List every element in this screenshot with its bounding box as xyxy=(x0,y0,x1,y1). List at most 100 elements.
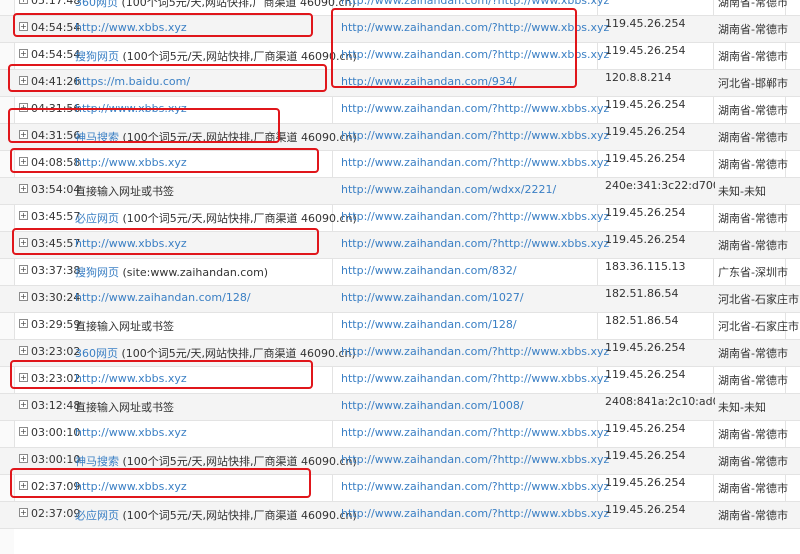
visitor-region: 湖南省-常德市 xyxy=(718,455,788,468)
landing-page-link[interactable]: http://www.zaihandan.com/?http://www.xbb… xyxy=(341,102,609,115)
referrer-link[interactable]: http://www.zaihandan.com/128/ xyxy=(75,291,251,304)
table-row: +04:54:54 搜狗网页 (100个词5元/天,网站快排,厂商渠道 46090… xyxy=(0,43,800,70)
landing-page-link[interactable]: http://www.zaihandan.com/?http://www.xbb… xyxy=(341,480,609,493)
landing-page-link[interactable]: http://www.zaihandan.com/?http://www.xbb… xyxy=(341,0,609,7)
visitor-ip: 119.45.26.254 xyxy=(605,152,686,165)
visitor-region: 湖南省-常德市 xyxy=(718,104,788,117)
referrer-link[interactable]: 必应网页 xyxy=(75,212,119,225)
referrer-link[interactable]: http://www.xbbs.xyz xyxy=(75,21,187,34)
table-row: +04:41:26 https://m.baidu.com/http://www.… xyxy=(0,70,800,97)
landing-page-link[interactable]: http://www.zaihandan.com/1008/ xyxy=(341,399,524,412)
landing-page-link[interactable]: http://www.zaihandan.com/1027/ xyxy=(341,291,524,304)
expand-toggle-icon[interactable]: + xyxy=(19,427,28,436)
expand-toggle-icon[interactable]: + xyxy=(19,130,28,139)
referrer-source: 神马搜索 (100个词5元/天,网站快排,厂商渠道 46090.cn) xyxy=(75,453,357,469)
table-row: +04:54:54 http://www.xbbs.xyz http://www.z… xyxy=(0,16,800,43)
visit-time: 03:23:02 xyxy=(31,372,81,385)
visitor-ip: 119.45.26.254 xyxy=(605,233,686,246)
landing-page-link[interactable]: http://www.zaihandan.com/?http://www.xbb… xyxy=(341,372,609,385)
expand-toggle-icon[interactable]: + xyxy=(19,373,28,382)
expand-toggle-icon[interactable]: + xyxy=(19,319,28,328)
visit-time: 04:54:54 xyxy=(31,21,81,34)
expand-toggle-icon[interactable]: + xyxy=(19,184,28,193)
table-row: +03:30:24 http://www.zaihandan.com/128/ht… xyxy=(0,286,800,313)
expand-toggle-icon[interactable]: + xyxy=(19,211,28,220)
landing-page-link[interactable]: http://www.zaihandan.com/?http://www.xbb… xyxy=(341,21,609,34)
table-row: +03:23:02 360网页 (100个词5元/天,网站快排,厂商渠道 4609… xyxy=(0,340,800,367)
landing-page-link[interactable]: http://www.zaihandan.com/?http://www.xbb… xyxy=(341,453,609,466)
visitor-region: 湖南省-常德市 xyxy=(718,347,788,360)
referrer-note: (100个词5元/天,网站快排,厂商渠道 46090.cn) xyxy=(121,347,356,360)
referrer-note: (100个词5元/天,网站快排,厂商渠道 46090.cn) xyxy=(122,50,357,63)
referrer-source: 360网页 (100个词5元/天,网站快排,厂商渠道 46090.cn) xyxy=(75,345,356,361)
table-row: +04:08:58 http://www.xbbs.xyz http://www.z… xyxy=(0,151,800,178)
expand-toggle-icon[interactable]: + xyxy=(19,49,28,58)
visitor-ip: 119.45.26.254 xyxy=(605,44,686,57)
referrer-source: 必应网页 (100个词5元/天,网站快排,厂商渠道 46090.cn) xyxy=(75,210,357,226)
referrer-link[interactable]: 神马搜索 xyxy=(75,131,119,144)
referrer-link[interactable]: http://www.xbbs.xyz xyxy=(75,156,187,169)
referrer-source: http://www.xbbs.xyz xyxy=(75,237,187,250)
visitor-region: 湖南省-常德市 xyxy=(718,374,788,387)
visitor-ip: 119.45.26.254 xyxy=(605,503,686,516)
landing-page-link[interactable]: http://www.zaihandan.com/?http://www.xbb… xyxy=(341,48,609,61)
expand-toggle-icon[interactable]: + xyxy=(19,76,28,85)
expand-toggle-icon[interactable]: + xyxy=(19,346,28,355)
expand-toggle-icon[interactable]: + xyxy=(19,265,28,274)
visitor-region: 湖南省-常德市 xyxy=(718,509,788,522)
expand-toggle-icon[interactable]: + xyxy=(19,22,28,31)
table-row: +03:54:04 直接输入网址或书签 http://www.zaihandan.c… xyxy=(0,178,800,205)
referrer-link[interactable]: 搜狗网页 xyxy=(75,266,119,279)
table-row: +03:45:57 http://www.xbbs.xyz http://www.z… xyxy=(0,232,800,259)
landing-page-link[interactable]: http://www.zaihandan.com/?http://www.xbb… xyxy=(341,129,609,142)
landing-page-link[interactable]: http://www.zaihandan.com/?http://www.xbb… xyxy=(341,426,609,439)
referrer-link[interactable]: https://m.baidu.com/ xyxy=(75,75,190,88)
referrer-source: http://www.xbbs.xyz xyxy=(75,426,187,439)
expand-toggle-icon[interactable]: + xyxy=(19,508,28,517)
table-row: +03:00:10 http://www.xbbs.xyz http://www.z… xyxy=(0,421,800,448)
referrer-link[interactable]: http://www.xbbs.xyz xyxy=(75,102,187,115)
table-row: +04:31:56 http://www.xbbs.xyz http://www.z… xyxy=(0,97,800,124)
landing-page-link[interactable]: http://www.zaihandan.com/?http://www.xbb… xyxy=(341,156,609,169)
referrer-link[interactable]: http://www.xbbs.xyz xyxy=(75,480,187,493)
visitor-region: 河北省-邯郸市 xyxy=(718,77,788,90)
referrer-source: http://www.xbbs.xyz xyxy=(75,102,187,115)
visitor-ip: 119.45.26.254 xyxy=(605,368,686,381)
visitor-ip: 182.51.86.54 xyxy=(605,287,679,300)
expand-toggle-icon[interactable]: + xyxy=(19,400,28,409)
visit-time: 04:31:56 xyxy=(31,129,81,142)
referrer-link[interactable]: 必应网页 xyxy=(75,509,119,522)
landing-page-link[interactable]: http://www.zaihandan.com/wdxx/2221/ xyxy=(341,183,556,196)
expand-toggle-icon[interactable]: + xyxy=(19,292,28,301)
expand-toggle-icon[interactable]: + xyxy=(19,238,28,247)
expand-toggle-icon[interactable]: + xyxy=(19,157,28,166)
visitor-region: 湖南省-常德市 xyxy=(718,158,788,171)
referrer-source: 360网页 (100个词5元/天,网站快排,厂商渠道 46090.cn) xyxy=(75,0,356,10)
referrer-link[interactable]: 神马搜索 xyxy=(75,455,119,468)
landing-page-link[interactable]: http://www.zaihandan.com/?http://www.xbb… xyxy=(341,237,609,250)
landing-page-link[interactable]: http://www.zaihandan.com/?http://www.xbb… xyxy=(341,210,609,223)
referrer-link[interactable]: http://www.xbbs.xyz xyxy=(75,237,187,250)
expand-toggle-icon[interactable]: + xyxy=(19,0,28,4)
visitor-region: 湖南省-常德市 xyxy=(718,482,788,495)
referrer-link[interactable]: http://www.xbbs.xyz xyxy=(75,426,187,439)
landing-page-link[interactable]: http://www.zaihandan.com/?http://www.xbb… xyxy=(341,507,609,520)
landing-page-link[interactable]: http://www.zaihandan.com/128/ xyxy=(341,318,517,331)
visitor-region: 未知-未知 xyxy=(718,401,766,414)
table-row: +03:29:59 直接输入网址或书签 http://www.zaihandan.c… xyxy=(0,313,800,340)
landing-page-link[interactable]: http://www.zaihandan.com/832/ xyxy=(341,264,517,277)
referrer-link[interactable]: 360网页 xyxy=(75,0,118,9)
expand-toggle-icon[interactable]: + xyxy=(19,481,28,490)
referrer-link[interactable]: 搜狗网页 xyxy=(75,50,119,63)
referrer-note: (100个词5元/天,网站快排,厂商渠道 46090.cn) xyxy=(122,455,357,468)
referrer-link[interactable]: http://www.xbbs.xyz xyxy=(75,372,187,385)
visit-time: 03:29:59 xyxy=(31,318,81,331)
referrer-link[interactable]: 360网页 xyxy=(75,347,118,360)
referrer-note: (100个词5元/天,网站快排,厂商渠道 46090.cn) xyxy=(122,212,357,225)
table-row: +03:45:57 必应网页 (100个词5元/天,网站快排,厂商渠道 46090… xyxy=(0,205,800,232)
expand-toggle-icon[interactable]: + xyxy=(19,454,28,463)
visitor-ip: 183.36.115.13 xyxy=(605,260,686,273)
landing-page-link[interactable]: http://www.zaihandan.com/934/ xyxy=(341,75,517,88)
expand-toggle-icon[interactable]: + xyxy=(19,103,28,112)
landing-page-link[interactable]: http://www.zaihandan.com/?http://www.xbb… xyxy=(341,345,609,358)
